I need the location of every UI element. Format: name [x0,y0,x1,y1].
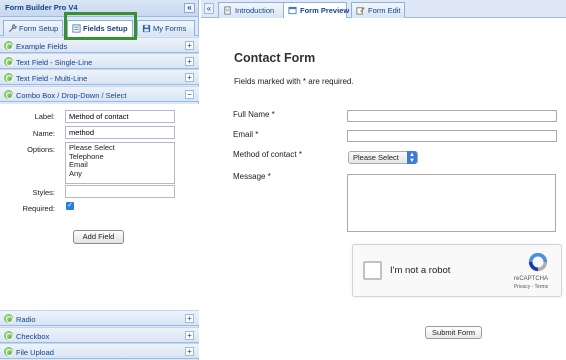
full-name-label: Full Name * [233,110,275,119]
tab-form-setup-label: Form Setup [19,24,59,33]
recaptcha-widget: I'm not a robot reCAPTCHA Privacy - Term… [352,244,562,297]
section-radio[interactable]: Radio + [0,310,199,326]
add-circle-icon [4,314,13,323]
panel-title-text: Form Builder Pro V4 [5,3,78,12]
section-label: Radio [16,315,36,324]
options-textarea[interactable]: Please Select Telephone Email Any [65,142,175,184]
preview-icon [288,6,297,15]
floppy-icon [142,24,151,33]
add-field-button[interactable]: Add Field [73,230,124,244]
add-circle-icon [4,41,13,50]
recaptcha-logo-icon [528,252,548,272]
section-label: Checkbox [16,332,50,341]
section-example-fields[interactable]: Example Fields + [0,37,199,53]
collapse-toggle[interactable]: − [185,90,194,99]
styles-field-label: Styles: [32,188,55,197]
required-checkbox[interactable]: ✓ [66,202,74,210]
required-note: Fields marked with * are required. [234,77,354,86]
tab-introduction-label: Introduction [235,6,275,15]
method-label: Method of contact * [233,150,302,159]
section-label: Text Field - Single-Line [16,58,93,67]
options-field-label: Options: [27,145,55,154]
form-preview-area: Contact Form Fields marked with * are re… [201,18,566,360]
required-field-label: Required: [22,204,55,213]
method-select-value: Please Select [353,153,399,162]
tab-form-setup[interactable]: Form Setup [3,20,63,36]
expand-toggle[interactable]: + [185,41,194,50]
tab-form-edit[interactable]: Form Edit [351,2,405,18]
section-checkbox[interactable]: Checkbox + [0,327,199,343]
option-line: Any [69,168,82,178]
method-select[interactable]: Please Select ▲ ▼ [348,151,418,164]
expand-toggle[interactable]: + [185,347,194,356]
tab-introduction[interactable]: Introduction [218,2,286,18]
right-tab-strip: « Introduction Form Preview Form Edit [201,0,566,19]
name-field-label: Name: [32,129,55,138]
styles-input[interactable] [65,185,175,198]
edit-icon [356,7,365,15]
add-circle-icon [4,90,13,99]
section-label: Combo Box / Drop-Down / Select [16,91,127,100]
email-label: Email * [233,130,259,139]
add-circle-icon [4,331,13,340]
form-title: Contact Form [234,51,316,65]
email-input[interactable] [347,130,557,142]
select-arrows-icon: ▲ ▼ [407,151,417,164]
option-line: Email [69,160,88,169]
expand-panel-button[interactable]: « [204,3,214,14]
section-label: Example Fields [16,42,68,51]
preview-panel: « Introduction Form Preview Form Edit Co… [201,0,566,360]
recaptcha-brand: reCAPTCHA [513,276,548,282]
add-circle-icon [4,73,13,82]
section-label: Text Field - Multi-Line [16,74,88,83]
panel-title: Form Builder Pro V4 « [0,0,198,17]
fields-icon [72,24,81,33]
document-icon [224,6,231,15]
wrench-icon [8,24,17,33]
section-text-single-line[interactable]: Text Field - Single-Line + [0,53,199,69]
expand-toggle[interactable]: + [185,73,194,82]
tab-fields-setup[interactable]: Fields Setup [67,20,133,37]
full-name-input[interactable] [347,110,557,122]
recaptcha-links[interactable]: Privacy - Terms [509,284,553,290]
recaptcha-checkbox[interactable] [363,261,382,280]
add-circle-icon [4,347,13,356]
label-input[interactable] [65,110,175,123]
collapse-panel-button[interactable]: « [184,3,195,13]
message-textarea[interactable] [347,174,556,232]
submit-form-button[interactable]: Submit Form [425,326,482,339]
expand-toggle[interactable]: + [185,314,194,323]
section-file-upload[interactable]: File Upload + [0,343,199,359]
section-combo-box[interactable]: Combo Box / Drop-Down / Select − [0,86,199,102]
recaptcha-label: I'm not a robot [390,265,451,276]
tab-my-forms[interactable]: My Forms [137,20,195,36]
label-field-label: Label: [34,112,55,121]
tab-fields-setup-label: Fields Setup [83,24,128,33]
message-label: Message * [233,172,271,181]
expand-toggle[interactable]: + [185,331,194,340]
add-circle-icon [4,57,13,66]
tab-my-forms-label: My Forms [153,24,187,33]
left-tab-strip: Form Setup Fields Setup My Forms [0,17,198,37]
section-label: File Upload [16,348,54,357]
section-text-multi-line[interactable]: Text Field - Multi-Line + [0,69,199,85]
name-input[interactable] [65,126,175,139]
form-builder-panel: Form Builder Pro V4 « Form Setup Fields … [0,0,199,360]
tab-form-edit-label: Form Edit [368,6,401,15]
field-settings-form: Label: Name: Options: Please Select Tele… [0,104,199,310]
tab-form-preview[interactable]: Form Preview [283,2,350,19]
tab-form-preview-label: Form Preview [300,6,350,15]
expand-toggle[interactable]: + [185,57,194,66]
